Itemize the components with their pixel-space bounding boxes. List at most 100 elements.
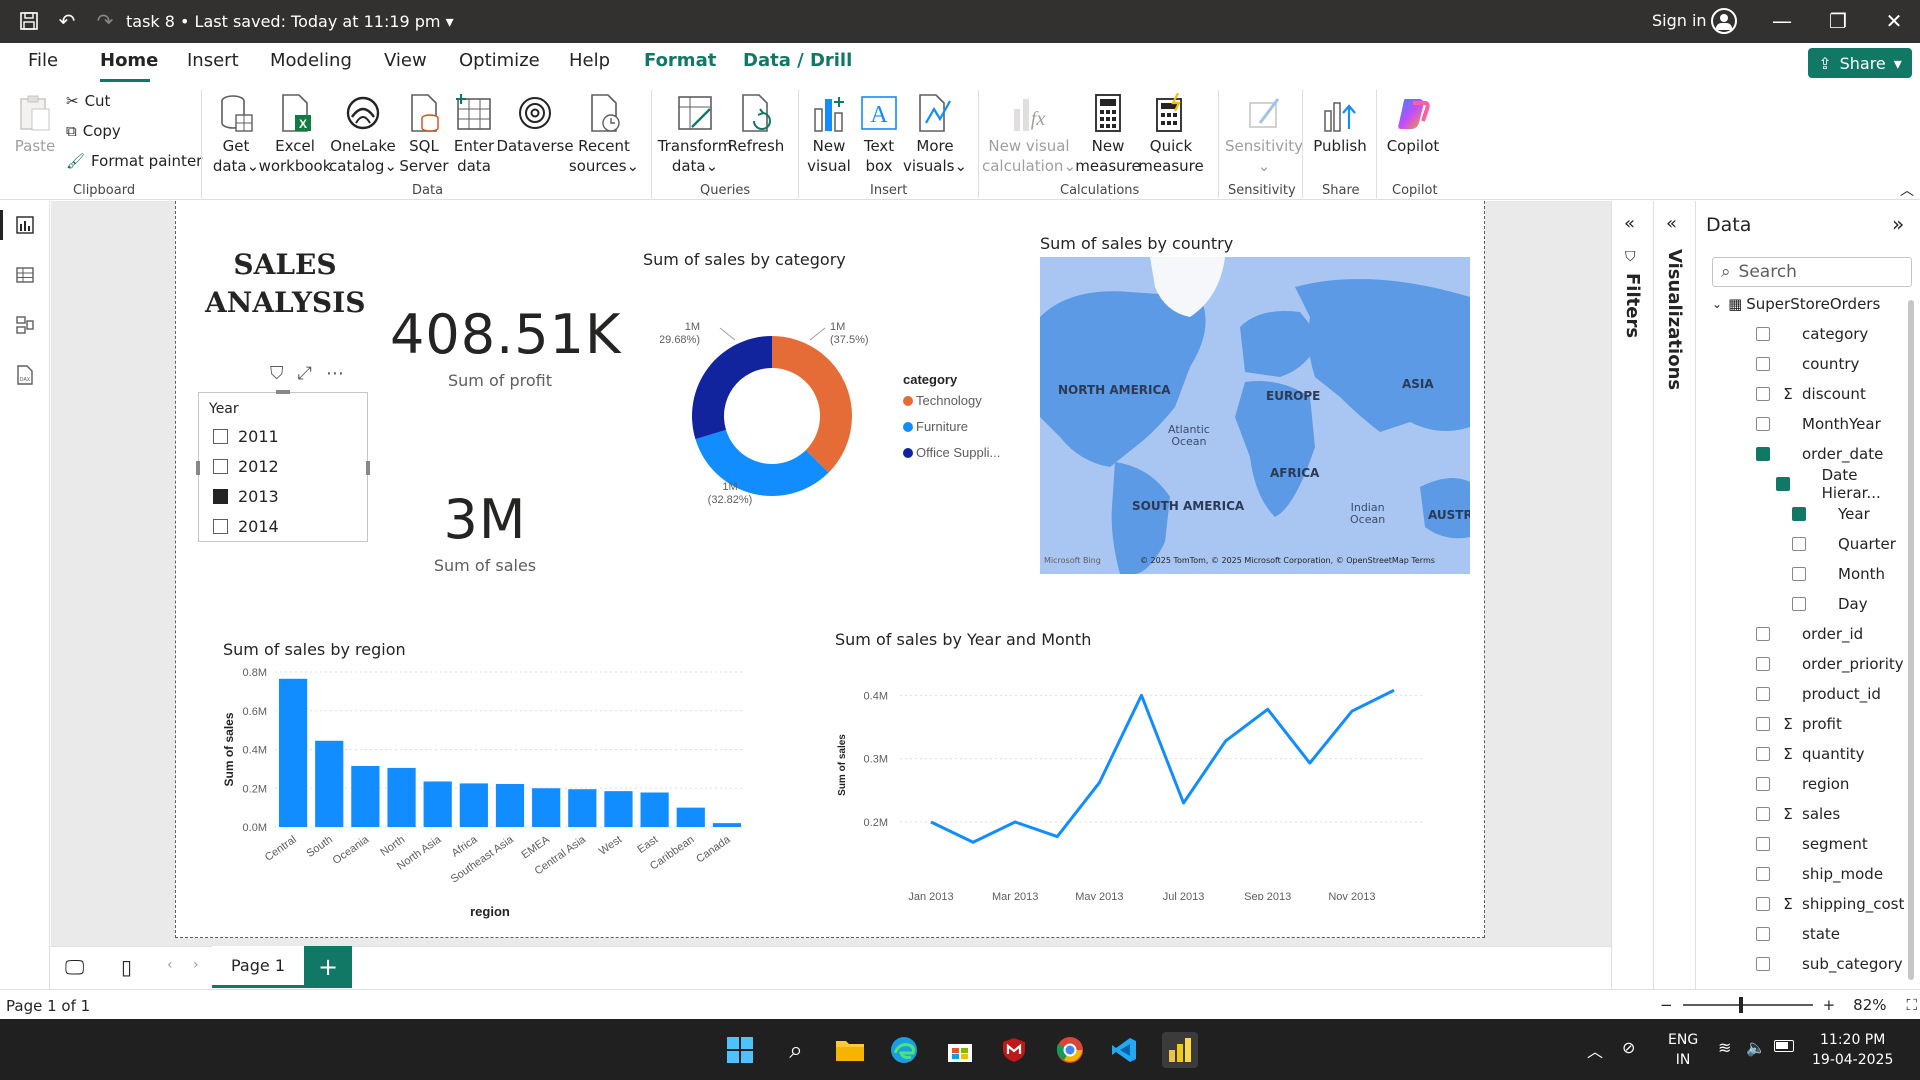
field-ship-mode[interactable]: ship_mode [1756, 862, 1883, 886]
field-checkbox[interactable] [1792, 507, 1806, 521]
recent-sources-button[interactable]: Recent sources⌄ [569, 92, 639, 176]
restore-button[interactable]: ❐ [1818, 6, 1858, 36]
field-order-date[interactable]: order_date [1756, 442, 1883, 466]
field-checkbox[interactable] [1756, 447, 1770, 461]
menu-file[interactable]: File [28, 50, 58, 71]
network-off-icon[interactable]: ⊘ [1622, 1038, 1635, 1057]
document-title[interactable]: task 8 • Last saved: Today at 11:19 pm ▾ [126, 12, 454, 31]
prev-page-icon[interactable]: ‹ [167, 957, 173, 973]
line-series[interactable] [930, 688, 1395, 844]
add-page-button[interactable]: + [304, 946, 352, 988]
new-measure-button[interactable]: New measure [1075, 92, 1141, 176]
bar-south[interactable] [315, 740, 344, 827]
paste-button[interactable]: Paste [12, 92, 58, 156]
data-pane-scrollbar[interactable] [1908, 300, 1914, 980]
field-quarter[interactable]: Quarter [1792, 532, 1896, 556]
bar-canada[interactable] [712, 823, 742, 827]
map-visual[interactable]: NORTH AMERICA EUROPE ASIA AFRICA SOUTH A… [1040, 257, 1470, 574]
language-indicator[interactable]: ENG IN [1668, 1030, 1698, 1070]
field-checkbox[interactable] [1756, 957, 1770, 971]
field-month[interactable]: Month [1792, 562, 1885, 586]
store-icon[interactable] [942, 1032, 978, 1068]
table-view-icon[interactable] [10, 260, 40, 290]
field-checkbox[interactable] [1756, 777, 1770, 791]
battery-icon[interactable] [1774, 1040, 1794, 1052]
field-order-id[interactable]: order_id [1756, 622, 1863, 646]
field-checkbox[interactable] [1792, 597, 1806, 611]
save-icon[interactable] [16, 8, 42, 34]
zoom-out-icon[interactable]: − [1660, 996, 1673, 1014]
field-checkbox[interactable] [1756, 927, 1770, 941]
menu-format[interactable]: Format [644, 50, 716, 71]
slicer-item-2012[interactable]: 2012 [213, 451, 279, 481]
legend-item[interactable]: Office Suppli... [916, 445, 1000, 460]
zoom-level[interactable]: 82% [1853, 996, 1886, 1014]
field-day[interactable]: Day [1792, 592, 1868, 616]
field-order-priority[interactable]: order_priority [1756, 652, 1904, 676]
report-title[interactable]: SALES ANALYSIS [205, 246, 365, 322]
field-category[interactable]: category [1756, 322, 1868, 346]
field-state[interactable]: state [1756, 922, 1840, 946]
dataverse-button[interactable]: Dataverse [496, 92, 574, 156]
bar-oceania[interactable] [351, 765, 380, 827]
vscode-icon[interactable] [1106, 1032, 1142, 1068]
report-view-icon[interactable] [10, 210, 40, 240]
next-page-icon[interactable]: › [193, 957, 199, 973]
filters-label[interactable]: Filters [1622, 273, 1643, 338]
field-checkbox[interactable] [1792, 537, 1806, 551]
menu-insert[interactable]: Insert [187, 50, 239, 71]
dax-query-view-icon[interactable]: DAX [10, 360, 40, 390]
transform-data-button[interactable]: Transform data⌄ [658, 92, 732, 176]
line-chart[interactable]: 0.2M 0.3M 0.4M Jan 2013 Mar 2013 May 2013 Jul … [830, 660, 1450, 900]
zoom-slider[interactable] [1682, 997, 1813, 1013]
slicer-checkbox[interactable] [213, 518, 228, 534]
data-search-input[interactable]: ⌕ Search [1712, 257, 1912, 287]
get-data-button[interactable]: Get data⌄ [210, 92, 262, 176]
collapse-filters-icon[interactable]: « [1624, 213, 1635, 234]
field-checkbox[interactable] [1756, 327, 1770, 341]
bar-central[interactable] [278, 678, 308, 827]
copy-button[interactable]: ⧉ Copy [66, 122, 121, 140]
more-options-icon[interactable]: ⋯ [326, 363, 344, 384]
map-credits[interactable]: © 2025 TomTom, © 2025 Microsoft Corporat… [1140, 556, 1435, 565]
field-shipping-cost[interactable]: Σshipping_cost [1756, 892, 1904, 916]
copilot-button[interactable]: Copilot [1382, 92, 1444, 156]
field-checkbox[interactable] [1756, 357, 1770, 371]
bar-north-asia[interactable] [423, 781, 452, 827]
table-superstoreorders[interactable]: ⌄ ▦ SuperStoreOrders [1712, 292, 1880, 316]
field-country[interactable]: country [1756, 352, 1859, 376]
field-checkbox[interactable] [1756, 657, 1770, 671]
menu-modeling[interactable]: Modeling [270, 50, 352, 71]
donut-chart[interactable]: 1M(37.5%)1M(32.82%)1M(29.68%)categoryTec… [660, 300, 1020, 540]
more-visuals-button[interactable]: More visuals⌄ [903, 92, 967, 176]
volume-icon[interactable]: 🔈 [1746, 1038, 1766, 1057]
legend-item[interactable]: Technology [916, 393, 982, 408]
account-icon[interactable] [1711, 8, 1737, 34]
field-sub-category[interactable]: sub_category [1756, 952, 1903, 976]
field-checkbox[interactable] [1756, 687, 1770, 701]
field-checkbox[interactable] [1776, 477, 1790, 491]
field-checkbox[interactable] [1756, 717, 1770, 731]
enter-data-button[interactable]: Enter data [450, 92, 498, 176]
bar-chart[interactable]: 0.0M 0.2M 0.4M 0.6M 0.8M Central SouthOceania N… [215, 662, 765, 922]
onelake-catalog-button[interactable]: OneLake catalog⌄ [329, 92, 397, 176]
donut-slice-0[interactable] [772, 336, 852, 473]
bar-west[interactable] [604, 791, 633, 827]
donut-slice-1[interactable] [695, 429, 829, 496]
field-checkbox[interactable] [1756, 867, 1770, 881]
focus-mode-icon[interactable]: ⤢ [298, 363, 312, 384]
slicer-item-2011[interactable]: 2011 [213, 421, 279, 451]
mcafee-icon[interactable] [996, 1032, 1032, 1068]
tab-page-1[interactable]: Page 1 [212, 946, 304, 988]
field-checkbox[interactable] [1756, 897, 1770, 911]
bar-east[interactable] [640, 792, 669, 827]
windows-start-icon[interactable] [722, 1032, 758, 1068]
new-visual-button[interactable]: New visual [806, 92, 852, 176]
undo-icon[interactable]: ↶ [54, 8, 80, 34]
field-checkbox[interactable] [1756, 387, 1770, 401]
filter-icon[interactable]: ⛉ [270, 363, 284, 384]
field-year[interactable]: Year [1792, 502, 1870, 526]
field-product-id[interactable]: product_id [1756, 682, 1881, 706]
format-painter-button[interactable]: 🖌 Format painter [66, 152, 202, 170]
bar-southeast-asia[interactable] [495, 783, 525, 827]
